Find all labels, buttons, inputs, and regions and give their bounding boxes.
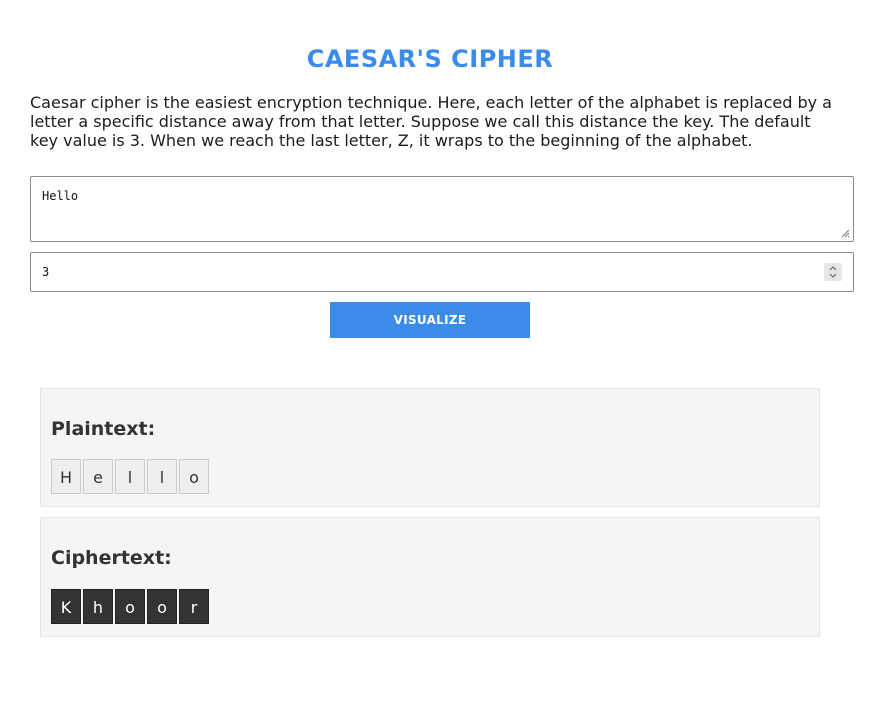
plaintext-letter: o <box>179 459 209 494</box>
key-input[interactable]: 3 <box>30 252 854 292</box>
plaintext-panel: Plaintext: H e l l o <box>40 388 820 507</box>
ciphertext-letter: h <box>83 589 113 624</box>
ciphertext-letters: K h o o r <box>51 589 211 624</box>
number-spinner-icon[interactable] <box>824 263 842 281</box>
plaintext-letters: H e l l o <box>51 459 211 494</box>
ciphertext-letter: r <box>179 589 209 624</box>
ciphertext-heading: Ciphertext: <box>51 547 172 569</box>
page-description: Caesar cipher is the easiest encryption … <box>30 93 832 150</box>
resize-handle-icon[interactable] <box>841 229 850 238</box>
page-title: CAESAR'S CIPHER <box>306 45 554 73</box>
ciphertext-letter: o <box>147 589 177 624</box>
plaintext-letter: l <box>115 459 145 494</box>
ciphertext-letter: o <box>115 589 145 624</box>
plaintext-letter: l <box>147 459 177 494</box>
key-input-value: 3 <box>42 265 50 279</box>
ciphertext-letter: K <box>51 589 81 624</box>
plaintext-letter: e <box>83 459 113 494</box>
visualize-button[interactable]: VISUALIZE <box>330 302 530 338</box>
plaintext-input[interactable]: Hello <box>30 176 854 242</box>
plaintext-letter: H <box>51 459 81 494</box>
plaintext-heading: Plaintext: <box>51 418 156 440</box>
ciphertext-panel: Ciphertext: K h o o r <box>40 517 820 637</box>
plaintext-input-value: Hello <box>42 189 79 203</box>
